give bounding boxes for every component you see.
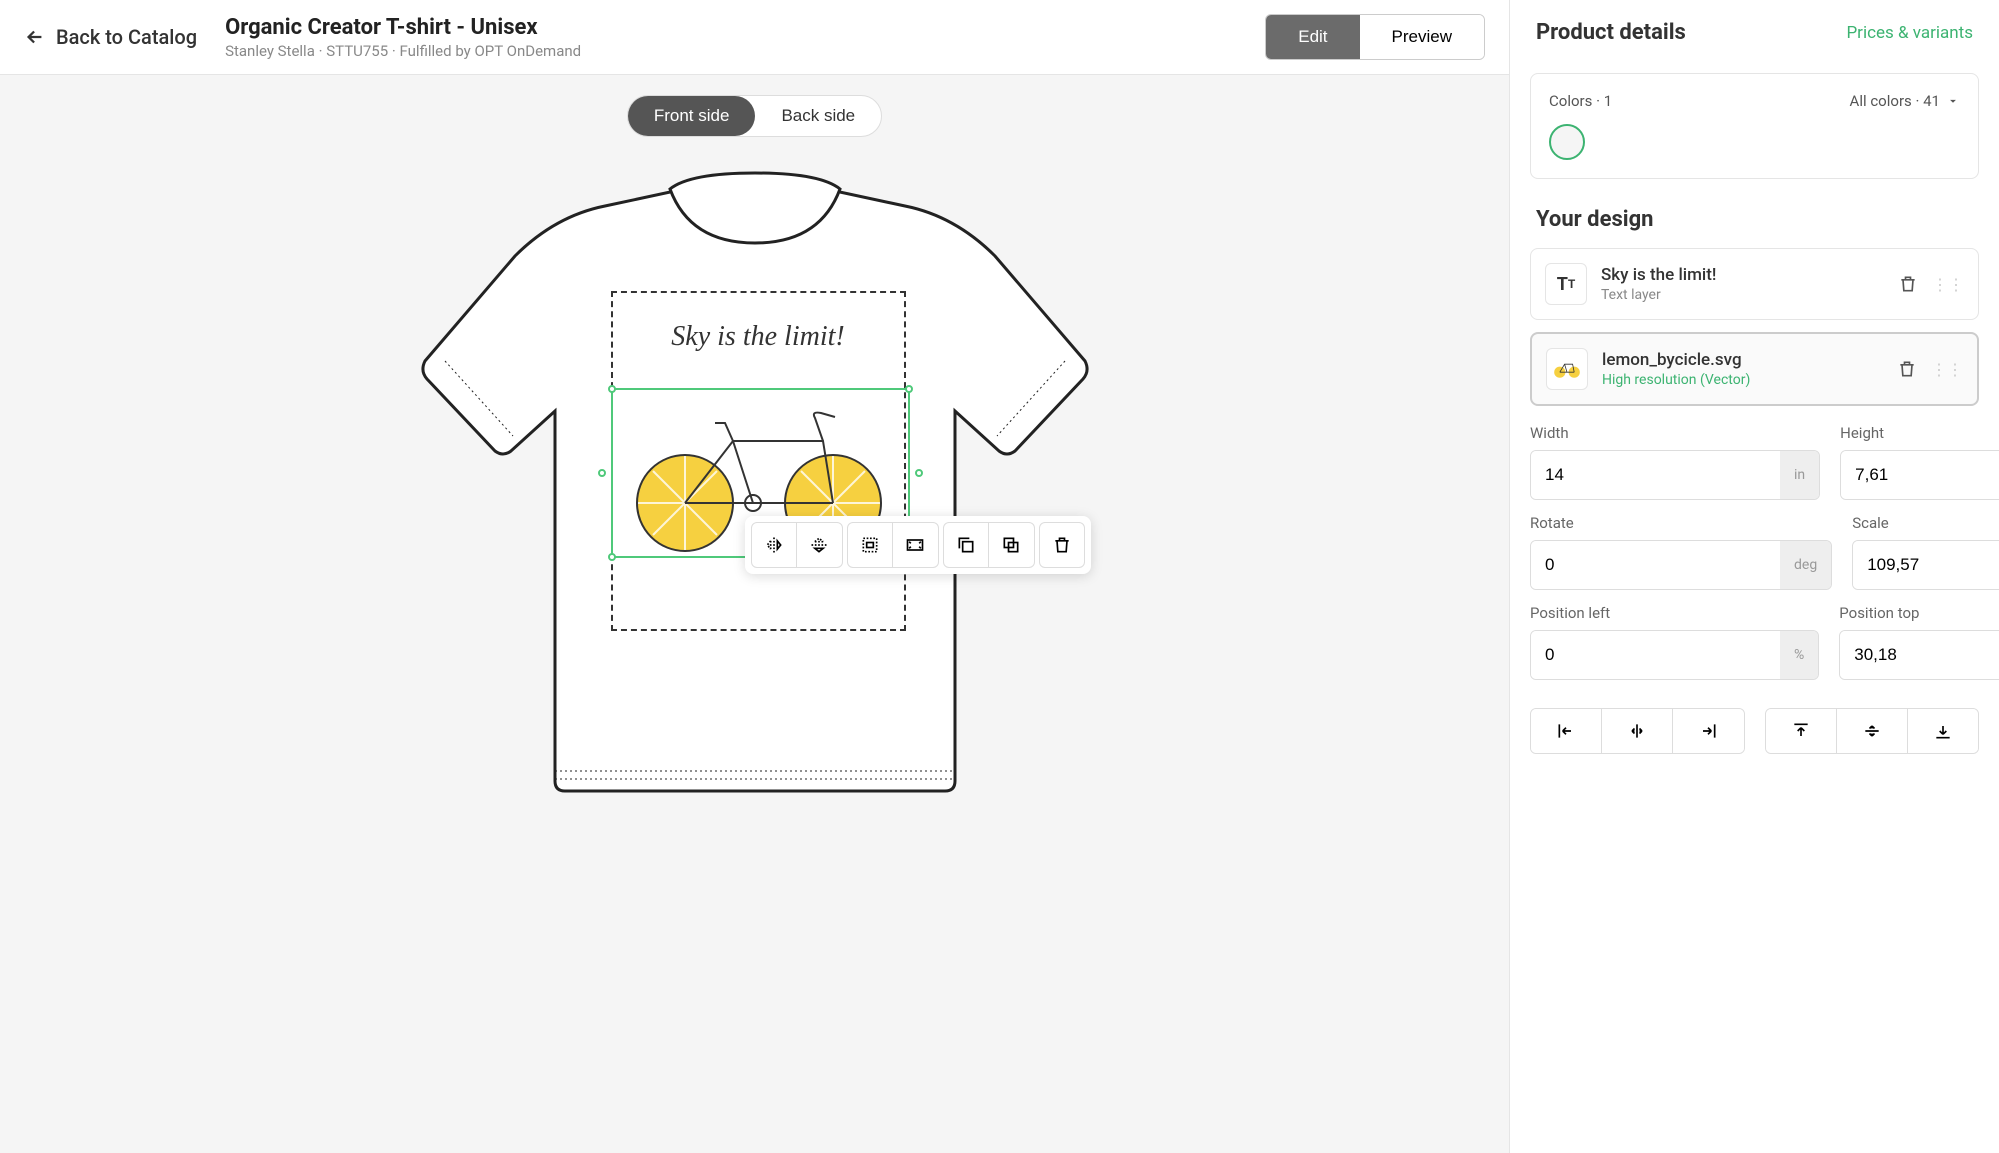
pos-left-input[interactable] <box>1531 631 1780 679</box>
width-label: Width <box>1530 424 1820 442</box>
fill-button[interactable] <box>893 522 939 568</box>
product-title: Organic Creator T-shirt - Unisex <box>225 15 1265 40</box>
pos-left-unit: % <box>1780 631 1818 679</box>
layer-properties: Width in Height in Rotate deg Scale % <box>1530 418 1979 708</box>
align-center-h-button[interactable] <box>1601 709 1672 753</box>
drag-handle-icon[interactable]: ⋮⋮ <box>1931 360 1963 379</box>
layer-text[interactable]: TT Sky is the limit! Text layer ⋮⋮ <box>1530 248 1979 320</box>
chevron-down-icon <box>1946 94 1960 108</box>
align-bottom-button[interactable] <box>1907 709 1978 753</box>
delete-button[interactable] <box>1039 522 1085 568</box>
pos-top-input[interactable] <box>1840 631 1999 679</box>
duplicate-button[interactable] <box>943 522 989 568</box>
align-top-button[interactable] <box>1766 709 1836 753</box>
layer-name: lemon_bycicle.svg <box>1602 350 1881 370</box>
copy-button[interactable] <box>989 522 1035 568</box>
tab-front-side[interactable]: Front side <box>628 96 756 136</box>
flip-horizontal-button[interactable] <box>751 522 797 568</box>
prices-variants-link[interactable]: Prices & variants <box>1846 23 1973 43</box>
mode-toggle: Edit Preview <box>1265 14 1485 60</box>
height-input[interactable] <box>1841 451 1999 499</box>
scale-input[interactable] <box>1853 541 1999 589</box>
all-colors-dropdown[interactable]: All colors · 41 <box>1850 92 1960 110</box>
drag-handle-icon[interactable]: ⋮⋮ <box>1932 275 1964 294</box>
height-label: Height <box>1840 424 1999 442</box>
resize-handle-tl[interactable] <box>608 385 616 393</box>
colors-card: Colors · 1 All colors · 41 <box>1530 73 1979 179</box>
floating-toolbar <box>745 516 1091 574</box>
sidebar: Product details Prices & variants Colors… <box>1509 0 1999 1153</box>
design-text-layer[interactable]: Sky is the limit! <box>613 321 904 353</box>
delete-layer-button[interactable] <box>1895 357 1919 381</box>
layer-image[interactable]: lemon_bycicle.svg High resolution (Vecto… <box>1530 332 1979 406</box>
align-left-button[interactable] <box>1531 709 1601 753</box>
rotate-label: Rotate <box>1530 514 1832 532</box>
print-area: Sky is the limit! <box>611 291 906 631</box>
color-swatch-selected[interactable] <box>1549 124 1585 160</box>
tab-back-side[interactable]: Back side <box>755 96 881 136</box>
width-input[interactable] <box>1531 451 1780 499</box>
arrow-left-icon <box>24 26 46 48</box>
preview-mode-button[interactable]: Preview <box>1360 15 1484 59</box>
rotate-input[interactable] <box>1531 541 1780 589</box>
tshirt-preview[interactable]: Sky is the limit! <box>395 161 1115 811</box>
align-right-button[interactable] <box>1672 709 1743 753</box>
flip-vertical-button[interactable] <box>797 522 843 568</box>
fit-button[interactable] <box>847 522 893 568</box>
align-center-v-button[interactable] <box>1836 709 1907 753</box>
rotate-unit: deg <box>1780 541 1831 589</box>
resize-handle-tr[interactable] <box>905 385 913 393</box>
title-block: Organic Creator T-shirt - Unisex Stanley… <box>225 15 1265 60</box>
resize-handle-bl[interactable] <box>608 553 616 561</box>
pos-left-label: Position left <box>1530 604 1819 622</box>
product-subtitle: Stanley Stella · STTU755 · Fulfilled by … <box>225 42 1265 60</box>
colors-label: Colors · 1 <box>1549 92 1612 110</box>
back-to-catalog-button[interactable]: Back to Catalog <box>24 25 197 49</box>
sidebar-title: Product details <box>1536 20 1686 45</box>
width-unit: in <box>1780 451 1819 499</box>
delete-layer-button[interactable] <box>1896 272 1920 296</box>
image-layer-thumb <box>1546 348 1588 390</box>
sidebar-header: Product details Prices & variants <box>1510 0 1999 65</box>
layer-name: Sky is the limit! <box>1601 265 1882 285</box>
side-tabs: Front side Back side <box>627 95 882 137</box>
back-label: Back to Catalog <box>56 25 197 49</box>
resize-handle-ml[interactable] <box>598 469 606 477</box>
scale-label: Scale <box>1852 514 1999 532</box>
header: Back to Catalog Organic Creator T-shirt … <box>0 0 1509 75</box>
canvas-area: Front side Back side Sky is the limit! <box>0 75 1509 1153</box>
edit-mode-button[interactable]: Edit <box>1266 15 1359 59</box>
layer-subtitle: Text layer <box>1601 287 1882 303</box>
layer-subtitle: High resolution (Vector) <box>1602 372 1881 388</box>
text-layer-icon: TT <box>1545 263 1587 305</box>
alignment-controls <box>1530 708 1979 754</box>
resize-handle-mr[interactable] <box>915 469 923 477</box>
pos-top-label: Position top <box>1839 604 1999 622</box>
design-section-title: Your design <box>1510 199 1999 248</box>
